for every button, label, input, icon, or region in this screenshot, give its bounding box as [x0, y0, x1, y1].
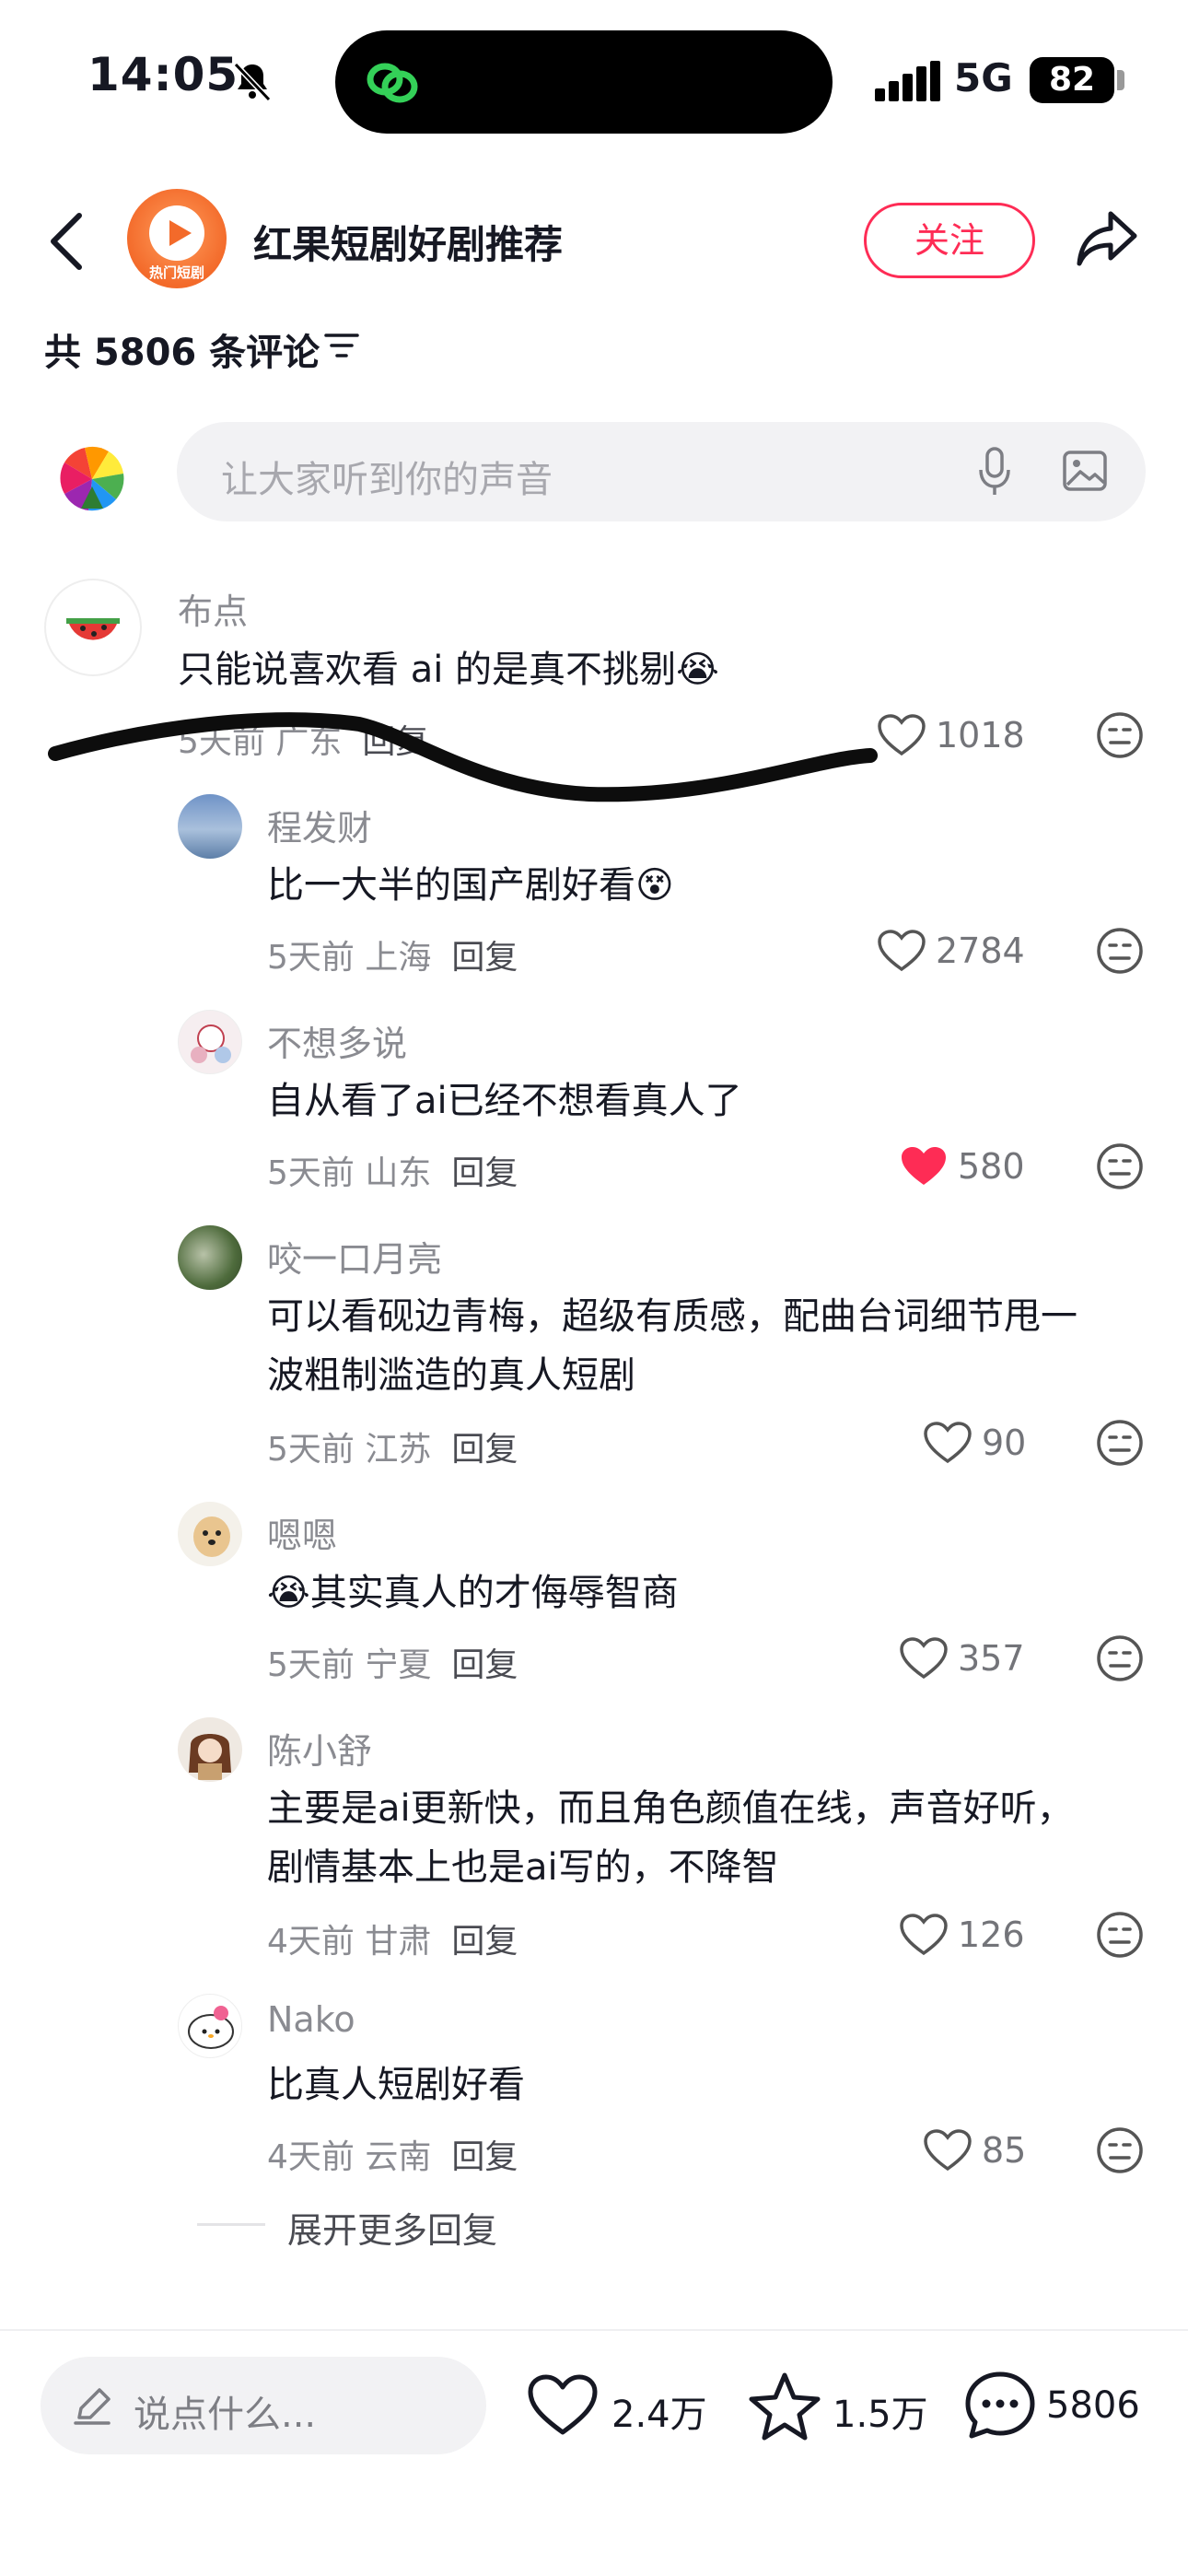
- like-count: 90: [982, 1423, 1027, 1463]
- bottom-divider: [0, 2329, 1188, 2331]
- reply-button[interactable]: 回复: [362, 723, 428, 761]
- comment-text-line: 剧情基本上也是ai写的，不降智: [267, 1846, 779, 1889]
- back-arrow-icon[interactable]: [46, 210, 87, 273]
- dislike-face-icon[interactable]: [1096, 1142, 1144, 1190]
- like-count: 126: [958, 1914, 1025, 1955]
- reply-button[interactable]: 回复: [451, 2138, 518, 2176]
- comment-text-line: 主要是ai更新快，而且角色颜值在线，声音好听，: [267, 1787, 1074, 1830]
- dislike-face-icon[interactable]: [1096, 1419, 1144, 1467]
- comment-avatar[interactable]: [178, 1502, 242, 1566]
- comment-text: 😭其实真人的才侮辱智商: [267, 1572, 679, 1614]
- filter-icon[interactable]: [324, 332, 359, 359]
- heart-icon[interactable]: [899, 1636, 949, 1680]
- reply-button[interactable]: 回复: [451, 1923, 518, 1961]
- comment-meta: 4天前 甘肃 回复: [267, 1923, 518, 1961]
- comment-username[interactable]: 布点: [178, 583, 248, 634]
- comment-bubble-icon[interactable]: [963, 2370, 1037, 2441]
- crying-emoji: 😭: [267, 1572, 310, 1614]
- image-icon[interactable]: [1062, 450, 1108, 492]
- comment-input-placeholder[interactable]: 让大家听到你的声音: [221, 450, 553, 503]
- comment-username[interactable]: 程发财: [267, 800, 372, 850]
- comment-count: 共 5806 条评论: [44, 332, 320, 374]
- comment-username[interactable]: 嗯嗯: [267, 1507, 337, 1558]
- like-count: 357: [958, 1638, 1025, 1679]
- heart-icon[interactable]: [923, 2128, 973, 2172]
- comment-text-line: 可以看砚边青梅，超级有质感，配曲台词细节甩一: [267, 1295, 1077, 1338]
- heart-icon-liked[interactable]: [899, 1144, 949, 1188]
- heart-icon[interactable]: [527, 2373, 599, 2438]
- bottom-input-placeholder[interactable]: 说点什么...: [134, 2384, 316, 2438]
- heart-icon[interactable]: [877, 929, 926, 973]
- reply-button[interactable]: 回复: [451, 1154, 518, 1192]
- comment-avatar[interactable]: [178, 1010, 242, 1074]
- like-count: 580: [958, 1146, 1025, 1187]
- comment-text: 比真人短剧好看: [267, 2064, 525, 2106]
- pencil-icon: [74, 2388, 111, 2425]
- like-count: 85: [982, 2130, 1027, 2171]
- logo-label: 热门短剧: [148, 264, 204, 281]
- comment-meta: 5天前 宁夏 回复: [267, 1646, 518, 1684]
- dislike-face-icon[interactable]: [1096, 927, 1144, 975]
- comment-text: 比一大半的国产剧好看😵: [267, 864, 674, 907]
- comment-avatar[interactable]: [178, 1717, 242, 1782]
- comment-username[interactable]: 咬一口月亮: [267, 1231, 442, 1282]
- dislike-face-icon[interactable]: [1096, 711, 1144, 759]
- link-rings-icon: [367, 63, 418, 103]
- comment-text: 自从看了ai已经不想看真人了: [267, 1080, 742, 1122]
- comment-avatar[interactable]: [178, 794, 242, 859]
- reply-button[interactable]: 回复: [451, 1646, 518, 1684]
- expand-more-replies[interactable]: 展开更多回复: [287, 2202, 497, 2253]
- expand-divider: [197, 2223, 265, 2226]
- channel-logo[interactable]: 热门短剧: [127, 189, 227, 288]
- dislike-face-icon[interactable]: [1096, 2126, 1144, 2174]
- signal-icon: [875, 61, 940, 101]
- comment-meta: 5天前 广东 回复: [178, 723, 429, 761]
- comment-avatar[interactable]: [178, 1994, 242, 2058]
- share-icon[interactable]: [1076, 208, 1138, 267]
- comment-text: 只能说喜欢看 ai 的是真不挑剔😭: [178, 649, 719, 691]
- status-time: 14:05: [87, 48, 239, 101]
- heart-icon[interactable]: [899, 1913, 949, 1957]
- my-avatar: [44, 426, 140, 521]
- crying-emoji: 😭: [676, 649, 719, 691]
- network-type: 5G: [954, 55, 1013, 100]
- heart-icon[interactable]: [877, 713, 926, 757]
- comment-avatar[interactable]: [44, 579, 142, 676]
- like-count: 2784: [936, 931, 1025, 971]
- star-icon[interactable]: [748, 2371, 821, 2441]
- mute-bell-icon: [233, 62, 272, 102]
- microphone-icon[interactable]: [976, 446, 1013, 498]
- total-favorites: 1.5万: [833, 2394, 928, 2436]
- heart-icon[interactable]: [923, 1421, 973, 1465]
- reply-button[interactable]: 回复: [451, 939, 518, 977]
- like-count: 1018: [936, 715, 1025, 755]
- comment-meta: 4天前 云南 回复: [267, 2138, 518, 2176]
- total-likes: 2.4万: [611, 2394, 707, 2436]
- battery-tip: [1117, 70, 1124, 90]
- dizzy-emoji: 😵: [635, 864, 674, 907]
- comment-avatar[interactable]: [178, 1225, 242, 1290]
- comment-text-line: 波粗制滥造的真人短剧: [267, 1354, 635, 1397]
- comment-username[interactable]: Nako: [267, 1999, 355, 2040]
- comment-username[interactable]: 陈小舒: [267, 1723, 372, 1774]
- comment-username[interactable]: 不想多说: [267, 1015, 407, 1066]
- comment-meta: 5天前 上海 回复: [267, 939, 518, 977]
- reply-button[interactable]: 回复: [451, 1431, 518, 1469]
- channel-name[interactable]: 红果短剧好剧推荐: [253, 214, 563, 270]
- total-comments: 5806: [1046, 2384, 1140, 2427]
- comment-meta: 5天前 山东 回复: [267, 1154, 518, 1192]
- dislike-face-icon[interactable]: [1096, 1911, 1144, 1959]
- comment-meta: 5天前 江苏 回复: [267, 1431, 518, 1469]
- dislike-face-icon[interactable]: [1096, 1634, 1144, 1682]
- battery-indicator: 82: [1030, 57, 1114, 103]
- follow-button[interactable]: 关注: [864, 203, 1035, 278]
